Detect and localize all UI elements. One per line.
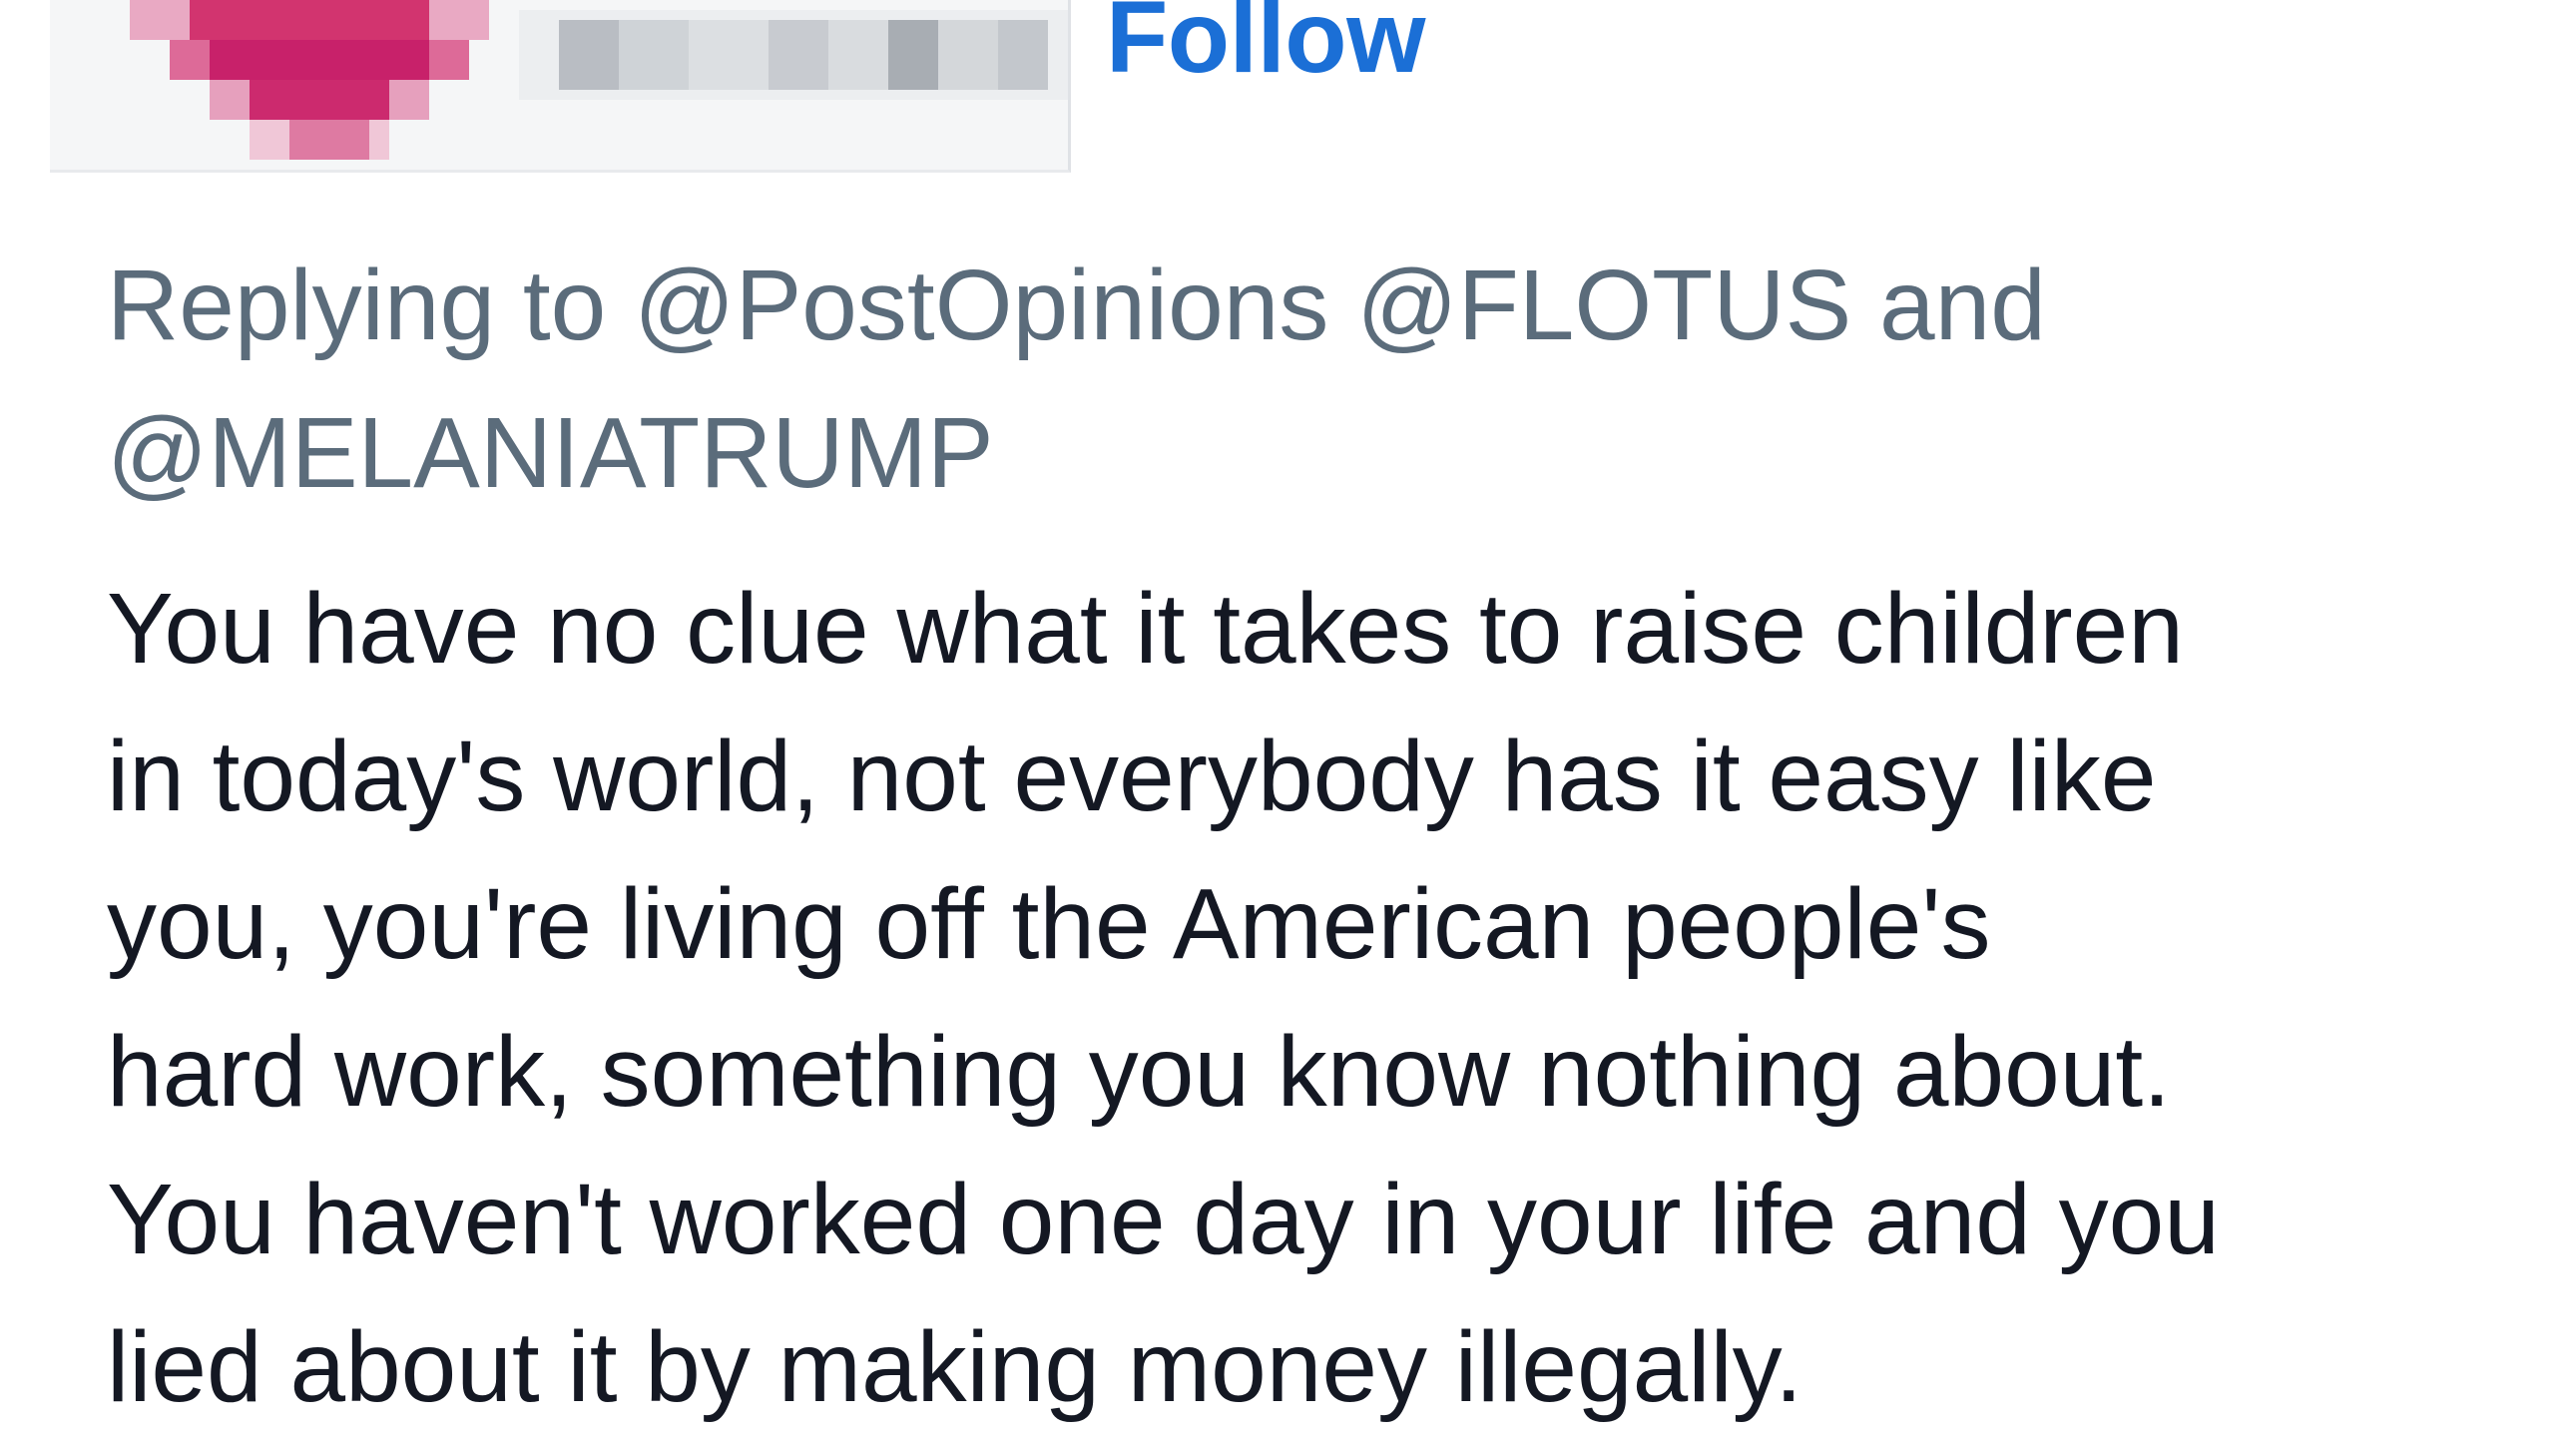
avatar[interactable] xyxy=(90,0,489,170)
reply-conjunction: and xyxy=(1878,249,2046,361)
tweet-line: hard work, something you know nothing ab… xyxy=(107,1016,2171,1128)
redacted-username xyxy=(519,10,1068,100)
mention-melaniatrump[interactable]: @MELANIATRUMP xyxy=(107,397,994,509)
tweet-card: Follow Replying to @PostOpinions @FLOTUS… xyxy=(0,0,2576,1430)
redacted-user-header xyxy=(50,0,1071,173)
mention-flotus[interactable]: @FLOTUS xyxy=(1356,249,1851,361)
tweet-line: You have no clue what it takes to raise … xyxy=(107,573,2184,685)
tweet-line: lied about it by making money illegally. xyxy=(107,1311,1803,1423)
tweet-line: You haven't worked one day in your life … xyxy=(107,1164,2220,1275)
mention-postopinions[interactable]: @PostOpinions xyxy=(634,249,1328,361)
replying-to-label: Replying to xyxy=(107,249,607,361)
tweet-line: you, you're living off the American peop… xyxy=(107,868,1991,980)
tweet-body: You have no clue what it takes to raise … xyxy=(107,555,2532,1441)
follow-button[interactable]: Follow xyxy=(1106,0,1425,88)
tweet-line: in today's world, not everybody has it e… xyxy=(107,720,2157,832)
reply-context: Replying to @PostOpinions @FLOTUS and @M… xyxy=(107,232,2482,527)
